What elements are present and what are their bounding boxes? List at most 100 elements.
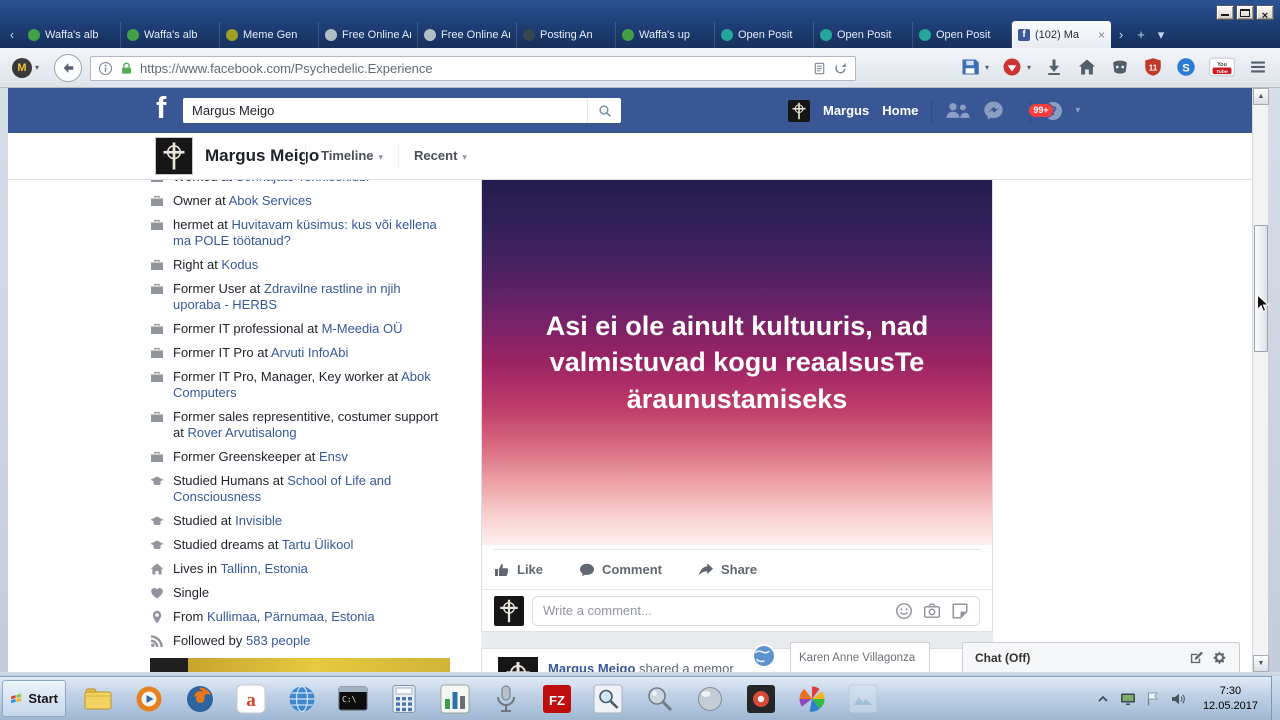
profile-avatar[interactable] — [788, 100, 810, 122]
tray-display-icon[interactable] — [1120, 691, 1136, 707]
about-link[interactable]: Kullimaa, Pärnumaa, Estonia — [207, 609, 375, 624]
browser-tab[interactable]: Open Posit — [814, 22, 913, 48]
globe-taskbar-icon[interactable] — [276, 680, 327, 718]
dropdown-caret-icon[interactable]: ▾ — [985, 63, 989, 72]
start-button[interactable]: Start — [2, 680, 66, 717]
scrollbar-thumb[interactable] — [1254, 225, 1268, 352]
shield-badge-icon[interactable]: 11 — [1143, 57, 1163, 77]
tab-timeline[interactable]: Timeline▾ — [305, 144, 398, 168]
addon-m-icon[interactable]: M — [12, 58, 32, 78]
facebook-search[interactable] — [183, 98, 621, 123]
about-link[interactable]: Abok Services — [229, 193, 312, 208]
mask-icon[interactable] — [1110, 57, 1130, 77]
url-text[interactable]: https://www.facebook.com/Psychedelic.Exp… — [140, 61, 806, 76]
globe-button[interactable] — [751, 643, 777, 669]
post-image[interactable]: Asi ei ole ainult kultuuris, nad valmist… — [482, 180, 992, 545]
youtube-icon[interactable]: YouTube — [1209, 57, 1235, 77]
about-link[interactable]: Tartu Ülikool — [282, 537, 354, 552]
post-author-avatar[interactable] — [498, 657, 538, 672]
browser-tab[interactable]: f(102) Ma× — [1012, 21, 1111, 48]
chat-sidebar-bar[interactable]: Chat (Off) — [962, 642, 1240, 672]
info-icon[interactable] — [98, 61, 113, 76]
mic-taskbar-icon[interactable] — [480, 680, 531, 718]
photos-strip[interactable] — [150, 658, 450, 672]
tab-scroll-left-icon[interactable]: ‹ — [2, 22, 22, 48]
browser-tab[interactable]: Meme Gen — [220, 22, 319, 48]
chat-tab-friend[interactable]: Karen Anne Villagonza — [790, 642, 930, 672]
a-taskbar-icon[interactable]: a — [225, 680, 276, 718]
chart-taskbar-icon[interactable] — [429, 680, 480, 718]
camera-icon[interactable] — [923, 602, 941, 620]
browser-tab[interactable]: Waffa's alb — [121, 22, 220, 48]
addon-dropdown-caret-icon[interactable]: ▾ — [35, 63, 39, 72]
reader-mode-icon[interactable] — [812, 61, 827, 76]
url-bar[interactable]: https://www.facebook.com/Psychedelic.Exp… — [90, 56, 856, 81]
about-link[interactable]: Kodus — [221, 257, 258, 272]
about-link[interactable]: Sõnnajate Tenniseklubi — [236, 180, 369, 184]
about-link[interactable]: Invisible — [235, 513, 282, 528]
about-link[interactable]: Rover Arvutisalong — [187, 425, 296, 440]
search-button[interactable] — [587, 98, 621, 123]
share-button[interactable]: Share — [698, 562, 757, 578]
page-title[interactable]: Margus Meigo — [205, 146, 319, 166]
about-link[interactable]: Ensv — [319, 449, 348, 464]
facebook-logo[interactable]: f — [156, 90, 166, 126]
new-tab-button[interactable]: + — [1131, 22, 1151, 48]
chevron-up-icon[interactable] — [1095, 691, 1111, 707]
firefox-taskbar-icon[interactable] — [174, 680, 225, 718]
ghost-taskbar-icon[interactable] — [837, 680, 888, 718]
dropdown-caret-icon[interactable]: ▾ — [1027, 63, 1031, 72]
explorer-taskbar-icon[interactable] — [72, 680, 123, 718]
compose-icon[interactable] — [1189, 650, 1204, 665]
refresh-icon[interactable] — [833, 61, 848, 76]
taskbar-clock[interactable]: 7:30 12.05.2017 — [1203, 684, 1258, 714]
tab-scroll-right-icon[interactable]: › — [1111, 22, 1131, 48]
browser-tab[interactable]: Open Posit — [715, 22, 814, 48]
gear-icon[interactable] — [1212, 650, 1227, 665]
home-toolbar-icon[interactable] — [1077, 57, 1097, 77]
emoji-icon[interactable] — [895, 602, 913, 620]
s-badge-icon[interactable]: S — [1176, 57, 1196, 77]
nav-home-link[interactable]: Home — [882, 103, 918, 118]
show-desktop-button[interactable] — [1271, 676, 1280, 720]
comment-button[interactable]: Comment — [579, 562, 662, 578]
all-tabs-caret-icon[interactable]: ▾ — [1151, 22, 1171, 48]
nav-profile-link[interactable]: Margus — [823, 103, 869, 118]
browser-tab[interactable]: Waffa's up — [616, 22, 715, 48]
sticker-icon[interactable] — [951, 602, 969, 620]
close-button[interactable]: × — [1256, 5, 1274, 20]
photo-taskbar-icon[interactable] — [735, 680, 786, 718]
search-input[interactable] — [183, 98, 587, 123]
calc-taskbar-icon[interactable] — [378, 680, 429, 718]
media-taskbar-icon[interactable] — [123, 680, 174, 718]
scroll-down-icon[interactable]: ▼ — [1253, 655, 1269, 672]
about-link[interactable]: M-Meedia OÜ — [322, 321, 403, 336]
menu-icon[interactable] — [1248, 57, 1268, 77]
tray-flag-icon[interactable] — [1145, 691, 1161, 707]
about-link[interactable]: Arvuti InfoAbi — [271, 345, 348, 360]
post-author-link[interactable]: Margus Meigo — [548, 661, 635, 672]
red-download-icon[interactable] — [1002, 57, 1022, 77]
scroll-up-icon[interactable]: ▲ — [1253, 88, 1269, 105]
friend-requests-icon[interactable] — [945, 102, 970, 119]
download-arrow-icon[interactable] — [1044, 57, 1064, 77]
sphere-taskbar-icon[interactable] — [684, 680, 735, 718]
browser-tab[interactable]: Posting An — [517, 22, 616, 48]
tray-volume-icon[interactable] — [1170, 691, 1186, 707]
minimize-button[interactable] — [1216, 5, 1234, 20]
tab-recent[interactable]: Recent▾ — [398, 144, 482, 168]
search-taskbar-icon[interactable] — [582, 680, 633, 718]
vertical-scrollbar[interactable]: ▲ ▼ — [1252, 88, 1268, 672]
maximize-button[interactable] — [1236, 5, 1254, 20]
browser-tab[interactable]: Open Posit — [913, 22, 1012, 48]
like-button[interactable]: Like — [494, 562, 543, 578]
terminal-taskbar-icon[interactable]: C:\ — [327, 680, 378, 718]
messenger-icon[interactable] — [983, 100, 1004, 121]
back-button[interactable] — [54, 54, 82, 82]
comment-box[interactable] — [532, 596, 980, 626]
browser-tab[interactable]: Waffa's alb — [22, 22, 121, 48]
about-link[interactable]: Tallinn, Estonia — [220, 561, 307, 576]
about-link[interactable]: 583 people — [246, 633, 310, 648]
save-icon[interactable] — [960, 57, 980, 77]
filezilla-taskbar-icon[interactable]: FZ — [531, 680, 582, 718]
